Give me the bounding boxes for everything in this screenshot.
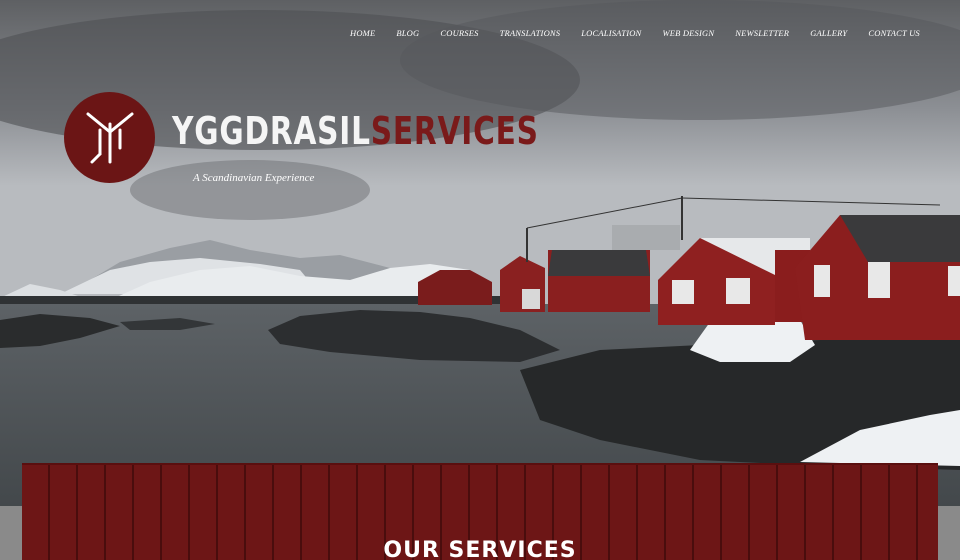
nav-courses[interactable]: COURSES (440, 28, 478, 38)
brand-tagline: A Scandinavian Experience (193, 172, 315, 184)
nav-home[interactable]: HOME (350, 28, 375, 38)
nav-translations[interactable]: TRANSLATIONS (500, 28, 561, 38)
brand-name[interactable]: YGGDRASILSERVICES (172, 112, 539, 150)
nav-web-design[interactable]: WEB DESIGN (662, 28, 714, 38)
nav-gallery[interactable]: GALLERY (810, 28, 847, 38)
brand-name-primary: YGGDRASIL (172, 109, 371, 153)
page-gutter-right (938, 506, 960, 560)
rune-icon (86, 112, 133, 163)
nav-blog[interactable]: BLOG (396, 28, 419, 38)
services-section: OUR SERVICES (22, 463, 938, 560)
brand-name-secondary: SERVICES (370, 109, 539, 153)
nav-contact-us[interactable]: CONTACT US (868, 28, 920, 38)
main-navigation: HOME BLOG COURSES TRANSLATIONS LOCALISAT… (350, 28, 941, 38)
services-title: OUR SERVICES (383, 538, 577, 560)
nav-newsletter[interactable]: NEWSLETTER (735, 28, 789, 38)
nav-localisation[interactable]: LOCALISATION (581, 28, 641, 38)
page-gutter-left (0, 506, 22, 560)
logo-emblem[interactable] (64, 92, 155, 183)
